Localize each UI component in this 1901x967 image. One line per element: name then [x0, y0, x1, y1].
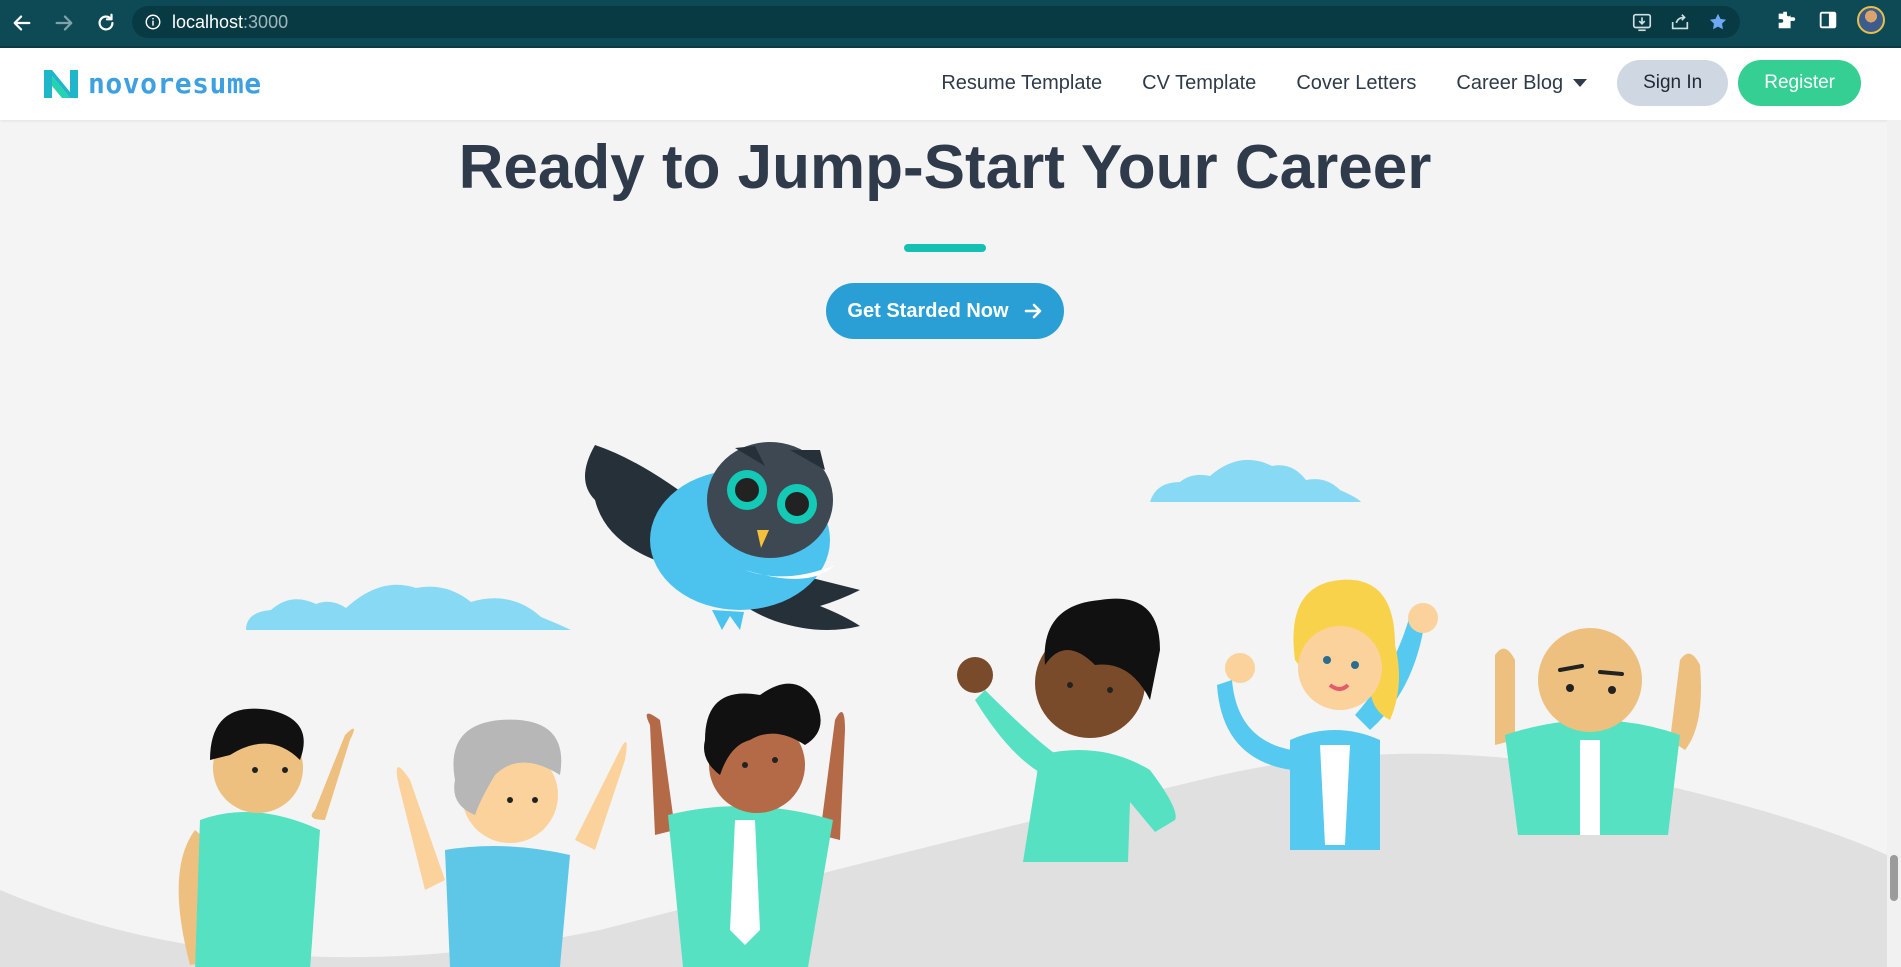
extensions-button[interactable] [1773, 7, 1799, 33]
title-underline [904, 244, 986, 252]
scrollbar-thumb[interactable] [1890, 855, 1898, 901]
install-button[interactable] [1630, 10, 1654, 34]
share-icon [1671, 14, 1689, 30]
hero-title: Ready to Jump-Start Your Career [458, 133, 1432, 202]
star-icon [1709, 13, 1727, 30]
side-panel-button[interactable] [1815, 7, 1841, 33]
reload-button[interactable] [86, 3, 126, 43]
cloud-icon [1150, 459, 1361, 502]
arrow-right-icon [1024, 303, 1041, 319]
person-illustration [178, 708, 354, 967]
chevron-down-icon [1573, 79, 1588, 87]
person-illustration [396, 719, 627, 967]
extensions-icon [1778, 11, 1796, 29]
browser-toolbar: localhost:3000 [0, 0, 1901, 48]
info-icon[interactable] [144, 13, 162, 31]
site-header: novoresume Resume Template CV Template C… [0, 48, 1901, 120]
owl-mascot [585, 442, 860, 630]
forward-button[interactable] [44, 3, 84, 43]
url-port: :3000 [243, 11, 289, 32]
address-bar[interactable]: localhost:3000 [132, 6, 1740, 38]
novoresume-logo-icon [44, 70, 78, 98]
logo-text: novoresume [88, 66, 262, 100]
get-started-label: Get Starded Now [847, 299, 1009, 322]
back-icon [13, 15, 31, 31]
page-scrollbar[interactable] [1887, 120, 1901, 967]
side-panel-icon [1819, 11, 1837, 29]
back-button[interactable] [2, 3, 42, 43]
nav-resume-template[interactable]: Resume Template [941, 72, 1102, 95]
register-button[interactable]: Register [1738, 60, 1861, 106]
main-nav: Resume Template CV Template Cover Letter… [901, 60, 1861, 106]
nav-career-blog[interactable]: Career Blog [1456, 71, 1588, 95]
forward-icon [55, 15, 73, 31]
reload-icon [98, 13, 114, 31]
install-icon [1632, 13, 1652, 32]
url-host: localhost [172, 11, 244, 32]
logo[interactable]: novoresume [42, 66, 262, 100]
profile-avatar[interactable] [1857, 6, 1885, 34]
bookmark-button[interactable] [1706, 10, 1730, 34]
url-text: localhost:3000 [172, 12, 288, 33]
nav-career-blog-label: Career Blog [1456, 71, 1564, 94]
share-button[interactable] [1668, 10, 1692, 34]
nav-cv-template[interactable]: CV Template [1142, 72, 1256, 95]
sign-in-button[interactable]: Sign In [1617, 60, 1729, 106]
nav-cover-letters[interactable]: Cover Letters [1296, 72, 1416, 95]
person-illustration [1495, 628, 1701, 835]
hero-illustration [0, 442, 1887, 967]
get-started-button[interactable]: Get Starded Now [826, 283, 1064, 339]
cloud-icon [246, 584, 571, 630]
